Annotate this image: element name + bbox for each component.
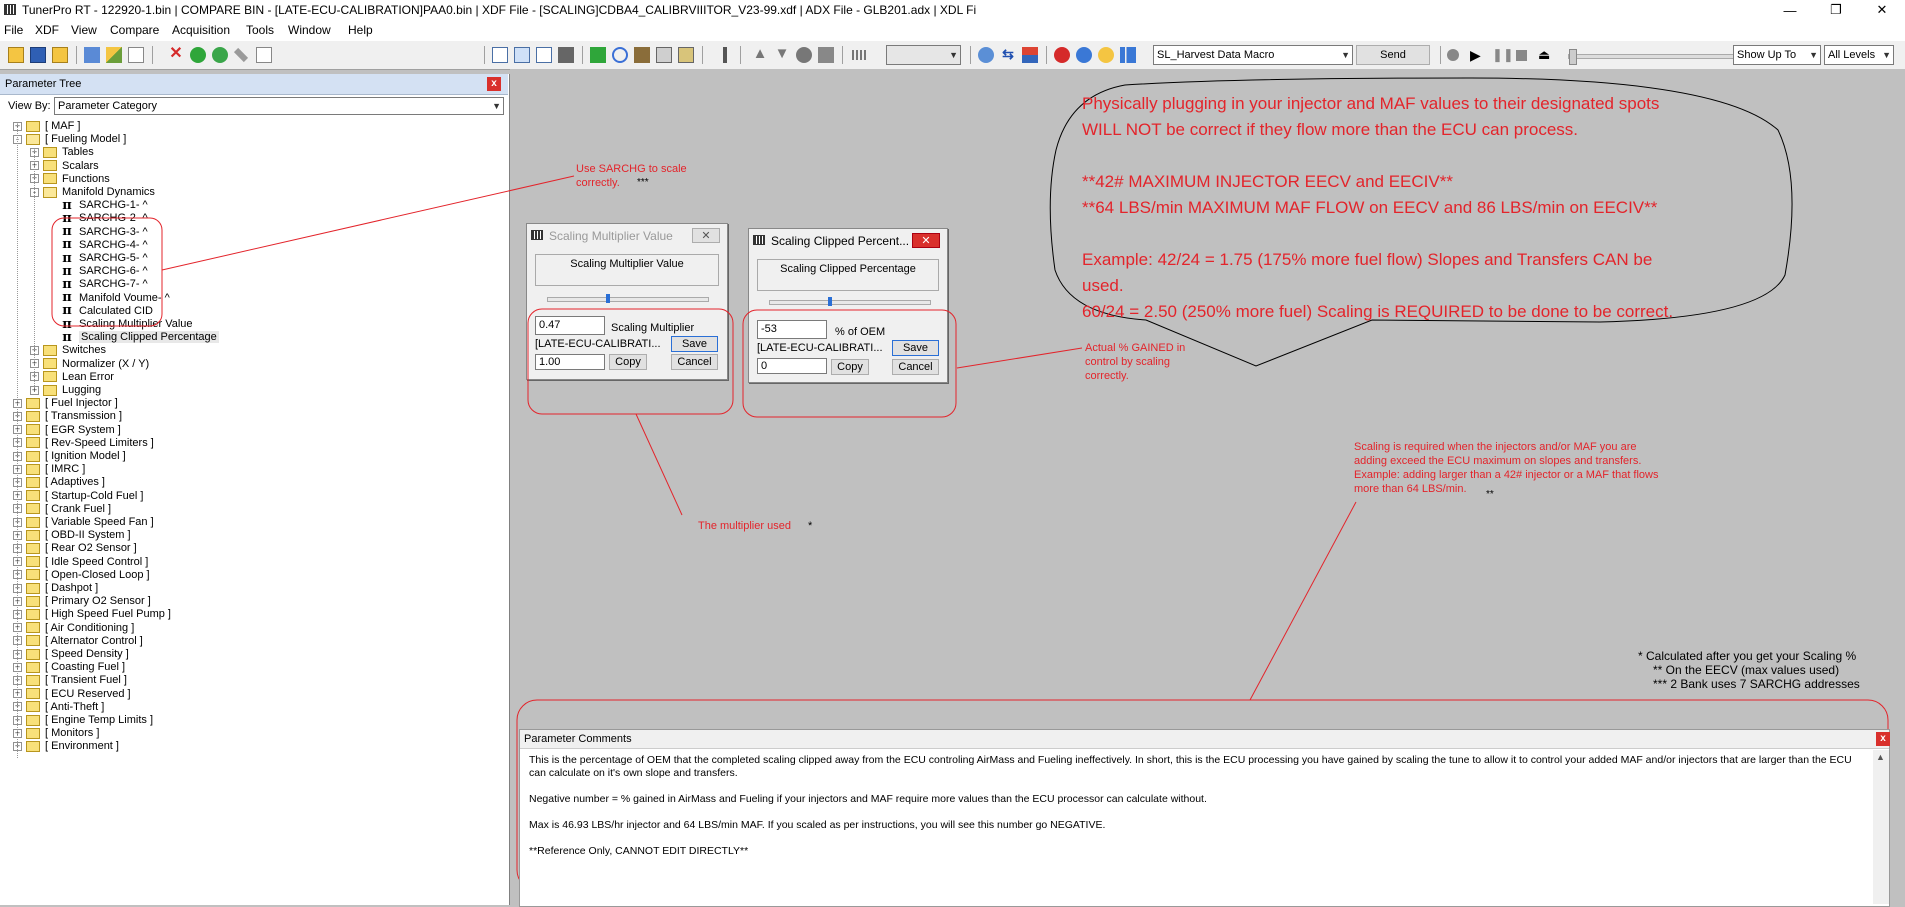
comment-paragraph-2: Negative number = % gained in AirMass an… — [529, 793, 1207, 805]
multiplier-highlight — [527, 308, 734, 415]
comment-paragraph-1: This is the percentage of OEM that the c… — [529, 754, 1852, 779]
comments-scrollbar[interactable]: ▲ — [1873, 750, 1889, 904]
footnote-3: *** 2 Bank uses 7 SARCHG addresses — [1653, 677, 1860, 691]
scaling-note: Scaling is required when the injectors a… — [1354, 441, 1659, 495]
multiplier-note: The multiplier used — [698, 520, 791, 532]
sarchg-note: Use SARCHG to scale correctly. — [576, 163, 687, 189]
gained-pointer — [956, 347, 1083, 369]
close-comments-button[interactable]: x — [1876, 732, 1890, 746]
scaling-pointer — [1249, 501, 1357, 701]
comments-title: Parameter Comments — [524, 733, 632, 745]
parameter-comments-panel: Parameter Comments x This is the percent… — [519, 729, 1890, 907]
sarchg-pointer — [161, 175, 575, 271]
gained-highlight — [742, 309, 957, 418]
gained-note: Actual % GAINED in control by scaling co… — [1085, 342, 1186, 382]
footnote-1: * Calculated after you get your Scaling … — [1638, 649, 1857, 663]
bubble-text: Physically plugging in your injector and… — [1082, 94, 1674, 321]
footnote-2: ** On the EECV (max values used) — [1653, 663, 1840, 677]
scaling-stars: ** — [1486, 489, 1494, 500]
multiplier-pointer — [635, 413, 683, 516]
comments-header: Parameter Comments — [520, 730, 1889, 749]
sarchg-highlight — [51, 217, 163, 327]
sarchg-stars: *** — [637, 177, 649, 188]
comment-paragraph-3: Max is 46.93 LBS/hr injector and 64 LBS/… — [529, 819, 1106, 831]
multiplier-stars: * — [808, 520, 813, 532]
comment-paragraph-4: **Reference Only, CANNOT EDIT DIRECTLY** — [529, 845, 749, 857]
